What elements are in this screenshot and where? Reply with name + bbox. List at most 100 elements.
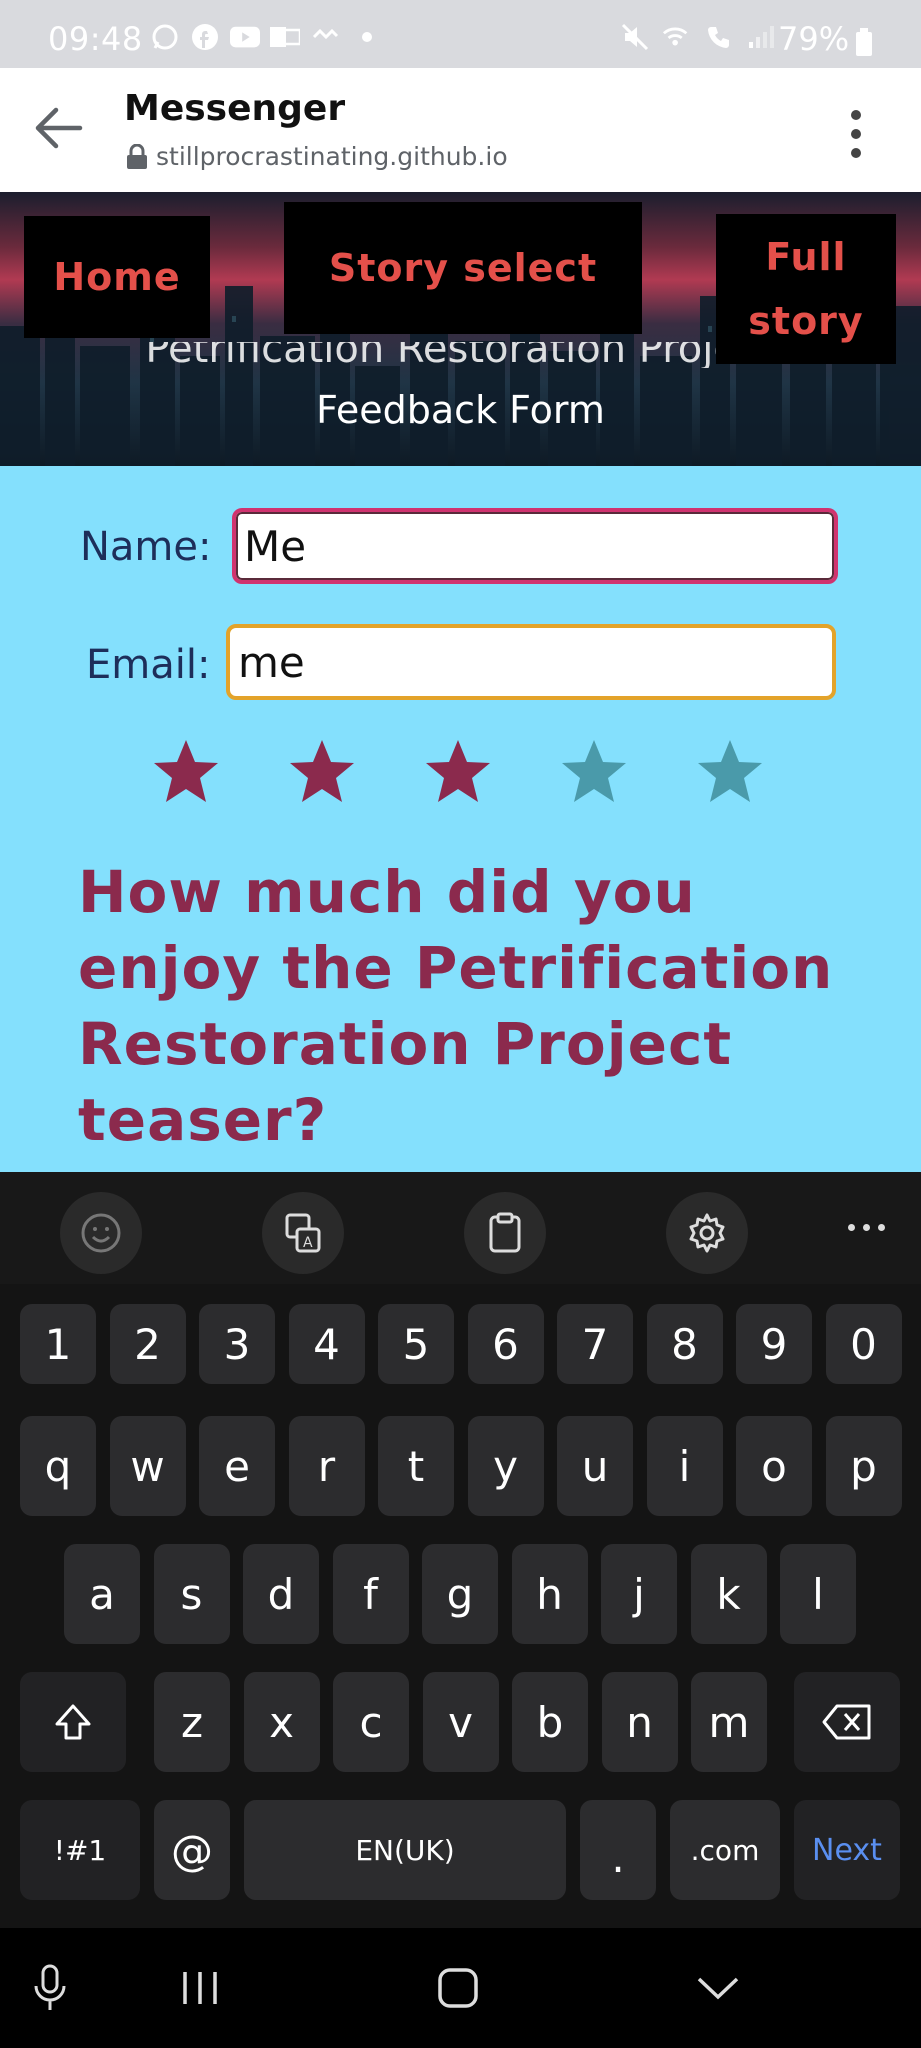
battery-percent: 79% [778,20,850,58]
system-navigation-bar [0,1928,921,2048]
key-t[interactable]: t [378,1416,454,1516]
voice-input-button[interactable] [20,1958,80,2018]
signal-icon [746,23,776,51]
system-icons [620,22,776,52]
key-w[interactable]: w [109,1416,186,1516]
translate-icon: A [285,1213,321,1253]
wifi-call-icon [662,23,692,51]
key-s[interactable]: s [153,1544,230,1644]
nav-home-link[interactable]: Home [24,216,210,338]
key-y[interactable]: y [467,1416,544,1516]
key-1[interactable]: 1 [20,1304,96,1384]
period-key[interactable]: . [580,1800,656,1900]
key-g[interactable]: g [422,1544,498,1644]
microphone-icon [34,1964,66,2010]
key-u[interactable]: u [557,1416,633,1516]
translate-button[interactable]: A [262,1192,344,1274]
key-5[interactable]: 5 [378,1304,454,1384]
key-2[interactable]: 2 [109,1304,186,1384]
back-button[interactable] [30,98,90,158]
nav-full-story-line1: Full [765,235,847,279]
key-4[interactable]: 4 [288,1304,365,1384]
rating-star-icon[interactable] [150,736,222,808]
chevron-down-icon [697,1977,739,2000]
key-d[interactable]: d [243,1544,319,1644]
key-6[interactable]: 6 [467,1304,544,1384]
more-tools-button[interactable] [848,1224,885,1231]
email-input[interactable]: me [226,624,836,700]
facebook-icon [190,23,220,51]
key-l[interactable]: l [780,1544,856,1644]
hero-banner: Petrification Restoration Project Feedba… [0,192,921,466]
dot-icon [863,1224,870,1231]
url-bar[interactable]: stillprocrastinating.github.io [126,142,508,171]
key-h[interactable]: h [511,1544,588,1644]
key-k[interactable]: k [690,1544,767,1644]
key-m[interactable]: m [691,1672,767,1772]
star-rating [150,736,790,816]
key-f[interactable]: f [332,1544,409,1644]
hide-keyboard-button[interactable] [688,1958,748,2018]
name-input[interactable]: Me [232,508,838,584]
key-a[interactable]: a [64,1544,140,1644]
key-q[interactable]: q [20,1416,96,1516]
emoji-button[interactable] [60,1192,142,1274]
status-bar: 09:48 79% [0,0,921,68]
at-key[interactable]: @ [154,1800,230,1900]
key-e[interactable]: e [199,1416,275,1516]
key-j[interactable]: j [601,1544,677,1644]
key-p[interactable]: p [825,1416,902,1516]
sync-icon [310,23,340,51]
dot-icon [848,1224,855,1231]
dotcom-key[interactable]: .com [670,1800,780,1900]
next-key[interactable]: Next [794,1800,900,1900]
key-7[interactable]: 7 [557,1304,633,1384]
recent-apps-button[interactable] [170,1958,230,2018]
rating-star-icon[interactable] [286,736,358,808]
form-title: Feedback Form [316,388,605,432]
key-8[interactable]: 8 [646,1304,723,1384]
key-n[interactable]: n [601,1672,678,1772]
more-options-button[interactable] [838,104,874,164]
key-9[interactable]: 9 [736,1304,812,1384]
key-o[interactable]: o [736,1416,812,1516]
key-c[interactable]: c [333,1672,409,1772]
battery-icon [856,28,872,56]
outlook-icon [270,23,300,51]
status-time: 09:48 [48,20,143,58]
key-r[interactable]: r [288,1416,365,1516]
email-label: Email: [86,642,211,688]
volte-call-icon [704,23,734,51]
rating-star-icon[interactable] [422,736,494,808]
key-x[interactable]: x [243,1672,320,1772]
key-0[interactable]: 0 [825,1304,902,1384]
space-key[interactable]: EN(UK) [244,1800,566,1900]
key-b[interactable]: b [512,1672,588,1772]
home-icon [438,1968,478,2008]
whatsapp-icon [150,23,180,51]
rating-star-icon[interactable] [694,736,766,808]
keyboard-settings-button[interactable] [666,1192,748,1274]
nav-story-select-link[interactable]: Story select [284,202,642,334]
rating-star-icon[interactable] [558,736,630,808]
clipboard-button[interactable] [464,1192,546,1274]
dot-icon [851,110,861,120]
backspace-key[interactable] [794,1672,900,1772]
shift-key[interactable] [20,1672,126,1772]
backspace-icon [822,1704,871,1740]
key-i[interactable]: i [646,1416,723,1516]
key-3[interactable]: 3 [199,1304,275,1384]
name-label: Name: [80,524,212,570]
key-z[interactable]: z [154,1672,230,1772]
clipboard-icon [489,1212,521,1253]
mute-icon [620,23,650,51]
nav-full-story-link[interactable]: Full story [716,214,896,364]
feedback-form: Name: Me Email: me How much did you enjo… [0,466,921,1172]
app-title: Messenger [124,88,346,129]
dot-icon [851,129,861,139]
home-button[interactable] [428,1958,488,2018]
key-v[interactable]: v [422,1672,499,1772]
symbols-key[interactable]: !#1 [20,1800,140,1900]
dot-icon [851,148,861,158]
on-screen-keyboard: A 1 2 3 4 5 6 7 8 9 0 q w e r t y u i o p a s d f g h j k l z x c v b n m !#… [0,1172,921,1928]
